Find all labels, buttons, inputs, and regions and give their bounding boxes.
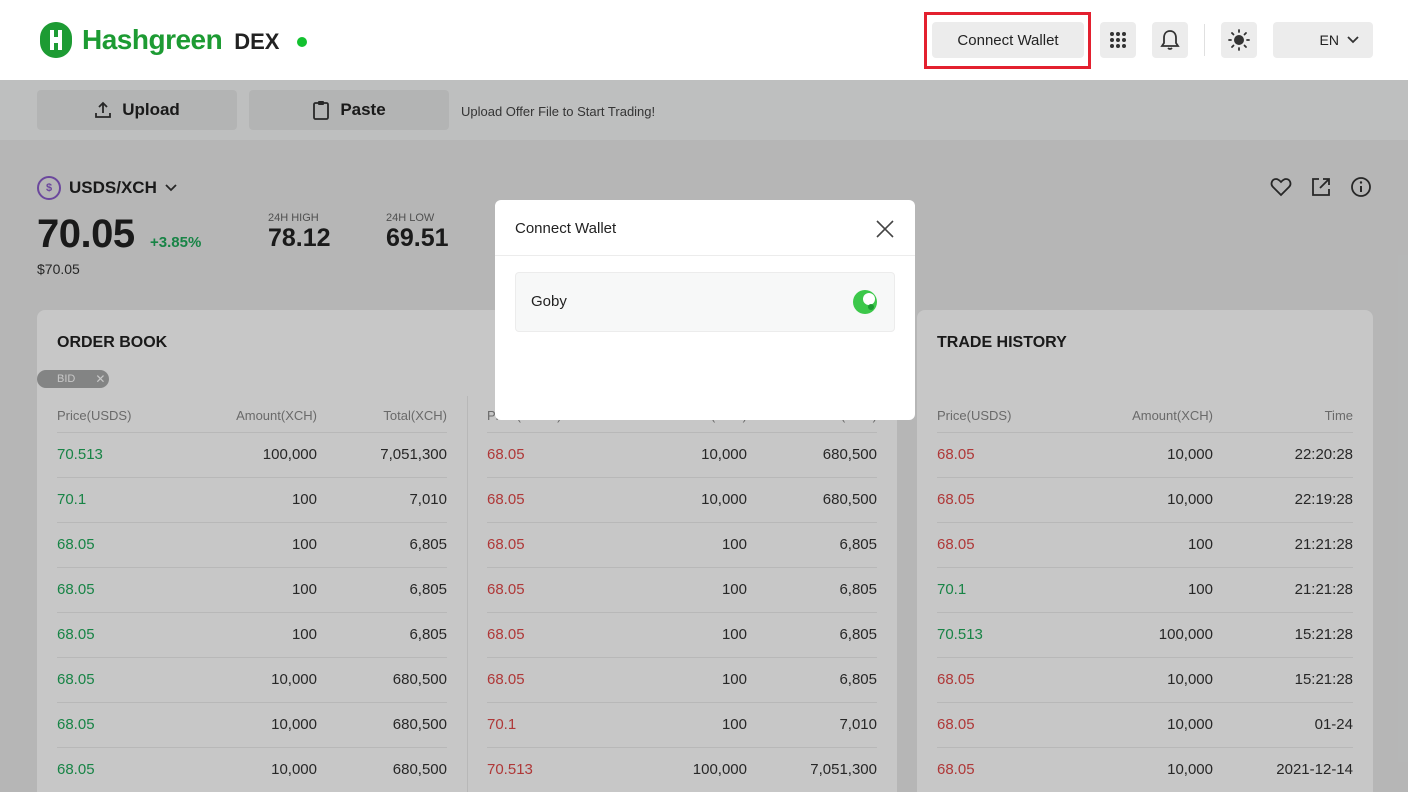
network-status-dot — [297, 37, 308, 47]
hashgreen-logo-icon — [40, 22, 72, 58]
language-selector[interactable]: EN — [1273, 22, 1373, 58]
header-divider — [1204, 24, 1205, 56]
bell-icon — [1160, 30, 1180, 50]
notifications-button[interactable] — [1152, 22, 1188, 58]
theme-toggle-button[interactable] — [1221, 22, 1257, 58]
modal-backdrop[interactable] — [0, 80, 1408, 792]
modal-title: Connect Wallet — [515, 220, 617, 237]
goby-wallet-icon — [853, 290, 877, 314]
apps-menu-button[interactable] — [1100, 22, 1136, 58]
modal-divider — [495, 255, 915, 256]
sun-icon — [1228, 29, 1250, 51]
connect-wallet-modal: Connect Wallet Goby — [495, 200, 915, 420]
chevron-down-icon — [1347, 36, 1359, 44]
close-icon[interactable] — [873, 217, 897, 241]
grid-icon — [1110, 32, 1126, 48]
wallet-option-goby[interactable]: Goby — [515, 272, 895, 332]
logo-dex: DEX — [234, 29, 280, 54]
logo[interactable]: Hashgreen DEX — [36, 20, 308, 60]
logo-text: Hashgreen — [82, 24, 223, 55]
language-label: EN — [1319, 32, 1339, 48]
wallet-name: Goby — [531, 293, 567, 310]
connect-wallet-button[interactable]: Connect Wallet — [932, 22, 1084, 58]
top-header: Hashgreen DEX Connect Wallet EN — [0, 0, 1408, 80]
